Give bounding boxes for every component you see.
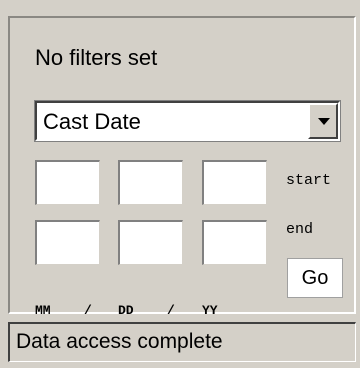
date-separator: / xyxy=(84,303,92,318)
filter-status-text: No filters set xyxy=(35,45,158,70)
dropdown-button[interactable] xyxy=(308,103,338,139)
end-month-input[interactable] xyxy=(35,220,100,265)
day-format-label: DD xyxy=(118,303,134,318)
end-day-input[interactable] xyxy=(118,220,183,265)
start-year-input[interactable] xyxy=(202,160,267,205)
go-button[interactable]: Go xyxy=(287,258,343,298)
status-bar: Data access complete xyxy=(8,322,356,362)
start-month-input[interactable] xyxy=(35,160,100,205)
field-select[interactable]: Cast Date xyxy=(34,100,341,142)
date-separator: / xyxy=(167,303,175,318)
start-label: start xyxy=(286,172,332,189)
end-label: end xyxy=(286,221,314,238)
year-format-label: YY xyxy=(202,303,218,318)
start-day-input[interactable] xyxy=(118,160,183,205)
status-bar-text: Data access complete xyxy=(16,330,223,353)
filter-panel: No filters set Cast Date start end Go MM… xyxy=(8,16,356,318)
chevron-down-icon xyxy=(318,118,330,125)
month-format-label: MM xyxy=(35,303,51,318)
field-select-value: Cast Date xyxy=(43,109,141,134)
end-year-input[interactable] xyxy=(202,220,267,265)
